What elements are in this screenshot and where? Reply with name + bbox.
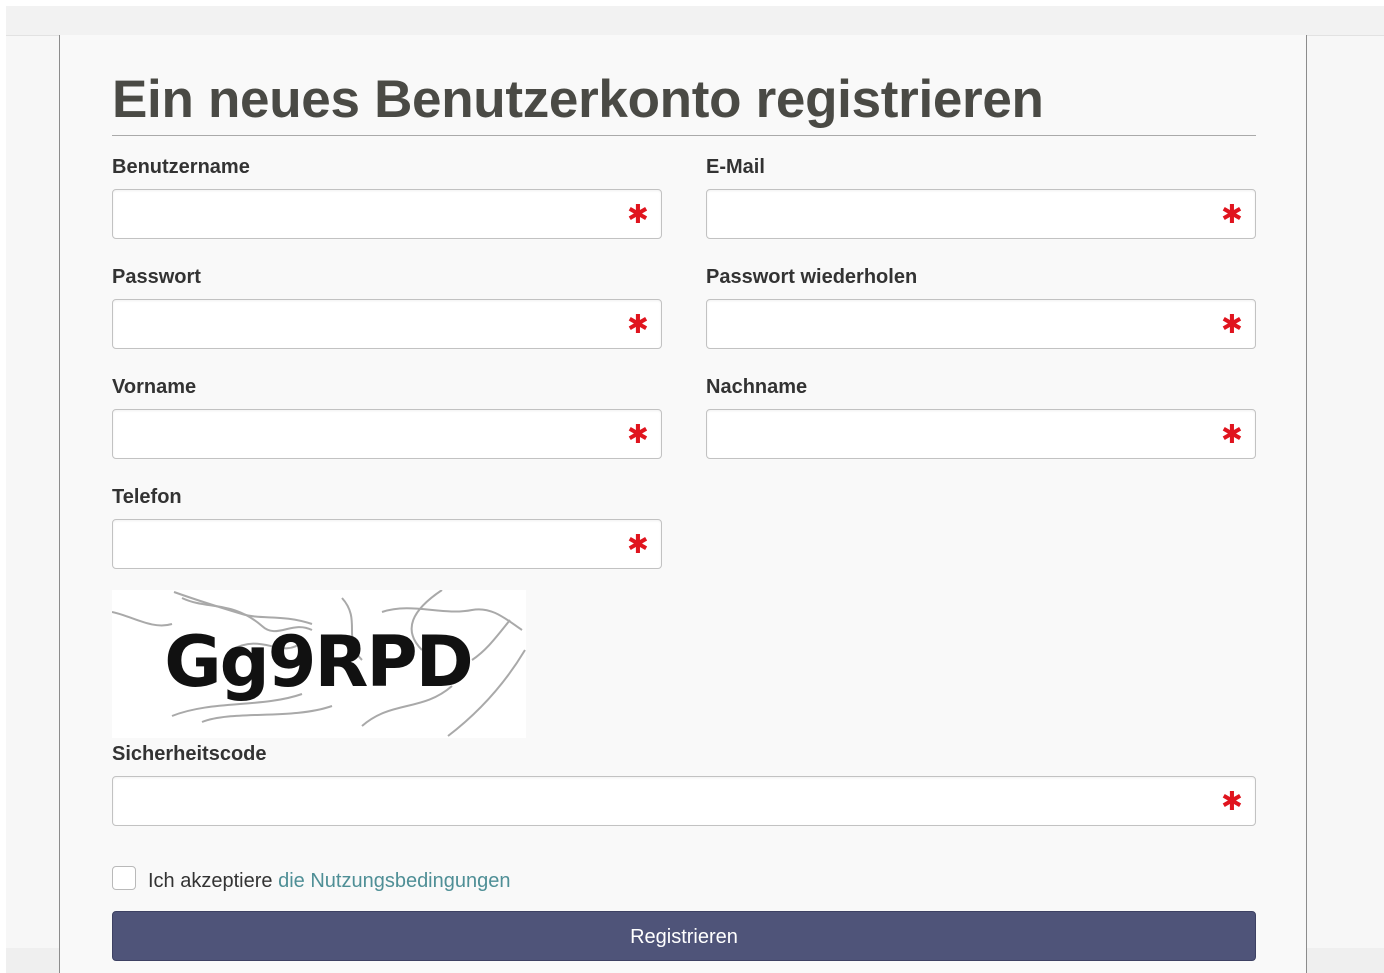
- email-input[interactable]: [707, 190, 1255, 238]
- username-label: Benutzername: [112, 156, 250, 178]
- security-code-input[interactable]: [113, 777, 1255, 825]
- first-name-label: Vorname: [112, 376, 197, 398]
- email-label: E-Mail: [706, 156, 765, 178]
- required-asterisk-icon: ✱: [1221, 787, 1243, 817]
- last-name-input[interactable]: [707, 410, 1255, 458]
- phone-input[interactable]: [113, 520, 661, 568]
- last-name-field-box: ✱: [706, 409, 1256, 459]
- required-asterisk-icon: ✱: [627, 310, 649, 340]
- email-field-box: ✱: [706, 189, 1256, 239]
- username-input[interactable]: [113, 190, 661, 238]
- terms-prefix: Ich akzeptiere: [148, 870, 273, 892]
- terms-link[interactable]: die Nutzungsbedingungen: [278, 870, 510, 892]
- security-code-field-box: ✱: [112, 776, 1256, 826]
- captcha-image: Gg9RPD: [111, 589, 526, 738]
- top-bar: [6, 6, 1384, 36]
- password-repeat-label: Passwort wiederholen: [706, 266, 918, 288]
- first-name-input[interactable]: [113, 410, 661, 458]
- terms-checkbox[interactable]: [112, 866, 136, 890]
- title-divider: [112, 135, 1256, 136]
- security-code-label: Sicherheitscode: [112, 743, 267, 765]
- required-asterisk-icon: ✱: [1221, 200, 1243, 230]
- page-title: Ein neues Benutzerkonto registrieren: [112, 70, 1044, 129]
- terms-text: Ich akzeptiere die Nutzungsbedingungen: [148, 868, 511, 894]
- password-label: Passwort: [112, 266, 201, 288]
- phone-field-box: ✱: [112, 519, 662, 569]
- required-asterisk-icon: ✱: [1221, 310, 1243, 340]
- phone-label: Telefon: [112, 486, 182, 508]
- required-asterisk-icon: ✱: [1221, 420, 1243, 450]
- captcha-text: Gg9RPD: [164, 621, 472, 703]
- password-repeat-field-box: ✱: [706, 299, 1256, 349]
- password-input[interactable]: [113, 300, 661, 348]
- first-name-field-box: ✱: [112, 409, 662, 459]
- captcha-graphic: Gg9RPD: [111, 589, 526, 737]
- password-repeat-input[interactable]: [707, 300, 1255, 348]
- register-button[interactable]: Registrieren: [112, 911, 1256, 961]
- required-asterisk-icon: ✱: [627, 200, 649, 230]
- required-asterisk-icon: ✱: [627, 530, 649, 560]
- username-field-box: ✱: [112, 189, 662, 239]
- required-asterisk-icon: ✱: [627, 420, 649, 450]
- password-field-box: ✱: [112, 299, 662, 349]
- last-name-label: Nachname: [706, 376, 808, 398]
